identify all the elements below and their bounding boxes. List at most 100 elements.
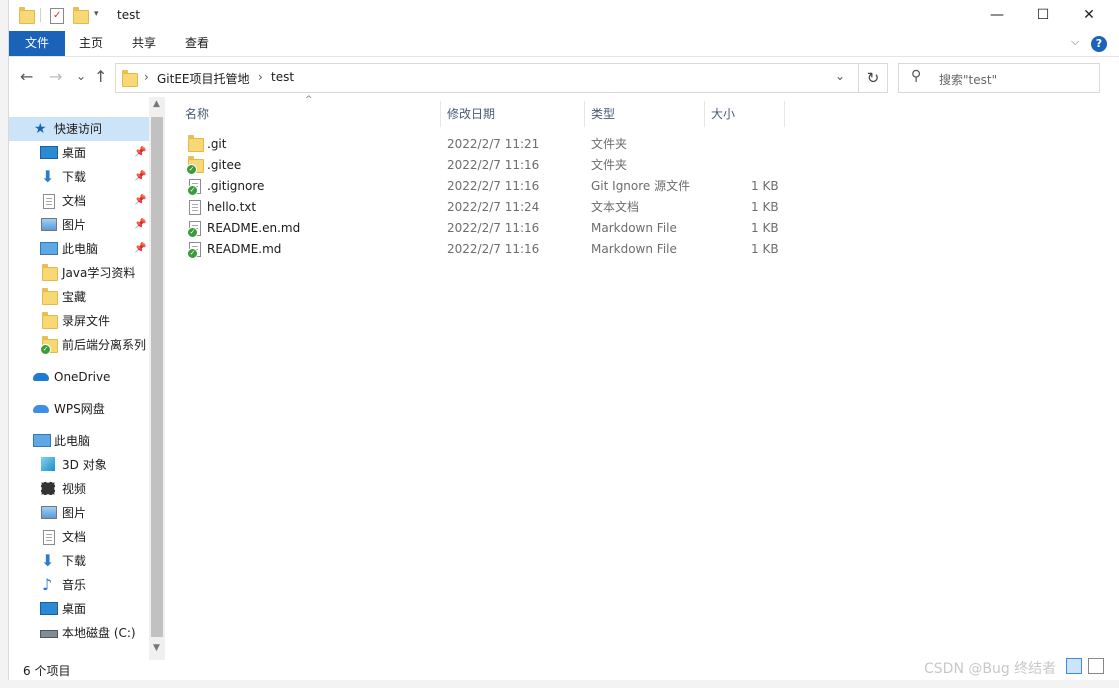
file-size: 1 KB [751, 179, 779, 193]
sidebar-item-pictures[interactable]: 图片 📌 [9, 213, 149, 237]
pin-icon: 📌 [134, 243, 147, 254]
sidebar-item-pictures-pc[interactable]: 图片 [9, 501, 149, 525]
search-box[interactable]: ⚲ 搜索"test" [898, 63, 1100, 93]
close-button[interactable]: ✕ [1066, 0, 1112, 30]
file-size: 1 KB [751, 221, 779, 235]
item-count: 6 个项目 [23, 664, 71, 678]
tab-view[interactable]: 查看 [171, 31, 223, 56]
sidebar-item-downloads-pc[interactable]: ⬇ 下载 [9, 549, 149, 573]
file-type: 文本文档 [591, 200, 640, 214]
customize-toolbar-icon[interactable]: ▾ [94, 9, 99, 25]
minimize-button[interactable]: — [974, 0, 1020, 30]
pin-icon: 📌 [134, 219, 147, 230]
file-name: .gitignore [207, 179, 265, 193]
sidebar-item-this-pc-root[interactable]: 此电脑 [9, 429, 149, 453]
tab-share[interactable]: 共享 [117, 31, 171, 56]
sidebar-item-wps[interactable]: WPS网盘 [9, 397, 149, 421]
sidebar-item-this-pc[interactable]: 此电脑 📌 [9, 237, 149, 261]
breadcrumb-item[interactable]: test [271, 70, 294, 84]
file-row[interactable]: ✓ .gitee 2022/2/7 11:16 文件夹 [179, 155, 819, 176]
window-title: test [117, 8, 141, 22]
file-date: 2022/2/7 11:16 [447, 221, 540, 235]
video-icon [41, 482, 55, 495]
file-row[interactable]: ✓ README.md 2022/2/7 11:16 Markdown File… [179, 239, 819, 260]
scroll-down-icon[interactable]: ▼ [153, 643, 160, 653]
pin-icon: 📌 [134, 171, 147, 182]
document-icon [43, 530, 55, 545]
download-icon: ⬇ [41, 167, 55, 186]
sidebar-scroll-thumb[interactable] [151, 117, 163, 637]
sidebar-item-desktop-pc[interactable]: 桌面 [9, 597, 149, 621]
file-size: 1 KB [751, 242, 779, 256]
recent-locations-button[interactable]: ⌄ [76, 69, 86, 83]
pin-icon: 📌 [134, 147, 147, 158]
sidebar-item-recordings[interactable]: 录屏文件 [9, 309, 149, 333]
sidebar-item-documents[interactable]: 文档 📌 [9, 189, 149, 213]
column-header-date[interactable]: 修改日期 [447, 101, 583, 127]
ribbon-tabs: 文件 主页 共享 查看 ⌵ ? [9, 31, 1119, 57]
file-name: README.en.md [207, 221, 301, 235]
tab-file[interactable]: 文件 [9, 31, 65, 56]
details-view-icon[interactable] [1066, 658, 1082, 674]
cloud-icon [33, 373, 49, 381]
sidebar-item-frontend-backend[interactable]: ✓ 前后端分离系列 [9, 333, 149, 357]
file-row[interactable]: hello.txt 2022/2/7 11:24 文本文档 1 KB [179, 197, 819, 218]
column-header-size[interactable]: 大小 [711, 101, 783, 127]
refresh-button[interactable]: ↻ [858, 63, 888, 93]
sidebar-item-quick-access[interactable]: ★ 快速访问 [9, 117, 149, 141]
tab-home[interactable]: 主页 [65, 31, 117, 56]
navigation-bar: ← → ⌄ ↑ › GitEE项目托管地 › test ⌄ ↻ ⚲ 搜索"tes… [9, 57, 1119, 97]
column-divider[interactable] [440, 101, 441, 127]
file-type: Markdown File [591, 221, 677, 235]
file-row[interactable]: ✓ .gitignore 2022/2/7 11:16 Git Ignore 源… [179, 176, 819, 197]
sidebar-item-onedrive[interactable]: OneDrive [9, 365, 149, 389]
desktop-icon [40, 602, 58, 615]
cube-icon [41, 457, 55, 471]
drive-icon [40, 630, 58, 638]
column-header-type[interactable]: 类型 [591, 101, 703, 127]
sidebar-item-downloads[interactable]: ⬇ 下载 📌 [9, 165, 149, 189]
maximize-button[interactable]: ☐ [1020, 0, 1066, 30]
breadcrumb-separator: › [258, 70, 263, 84]
address-bar[interactable]: › GitEE项目托管地 › test ⌄ [115, 63, 859, 93]
file-type: 文件夹 [591, 137, 628, 151]
address-dropdown-icon[interactable]: ⌄ [835, 69, 845, 83]
navigation-pane: ★ 快速访问 桌面 📌 ⬇ 下载 📌 文档 📌 图片 📌 此电脑 📌 Java学… [9, 97, 165, 660]
sidebar-item-java[interactable]: Java学习资料 [9, 261, 149, 285]
file-date: 2022/2/7 11:16 [447, 179, 540, 193]
up-button[interactable]: ↑ [94, 67, 107, 86]
forward-button[interactable]: → [49, 67, 62, 86]
column-header-name[interactable]: 名称 [185, 101, 439, 127]
file-date: 2022/2/7 11:24 [447, 200, 540, 214]
picture-icon [41, 218, 57, 231]
computer-icon [40, 242, 58, 255]
explorer-window: ✓ ▾ test — ☐ ✕ 文件 主页 共享 查看 ⌵ ? ← → ⌄ ↑ ›… [8, 0, 1119, 680]
file-date: 2022/2/7 11:16 [447, 242, 540, 256]
star-icon: ★ [34, 121, 47, 137]
large-icons-view-icon[interactable] [1088, 658, 1104, 674]
file-row[interactable]: ✓ README.en.md 2022/2/7 11:16 Markdown F… [179, 218, 819, 239]
sidebar-item-music[interactable]: ♪ 音乐 [9, 573, 149, 597]
file-name: README.md [207, 242, 282, 256]
sidebar-item-treasure[interactable]: 宝藏 [9, 285, 149, 309]
folder-icon [122, 70, 138, 87]
file-row[interactable]: .git 2022/2/7 11:21 文件夹 [179, 134, 819, 155]
sidebar-item-desktop[interactable]: 桌面 📌 [9, 141, 149, 165]
sidebar-item-documents-pc[interactable]: 文档 [9, 525, 149, 549]
computer-icon [33, 434, 51, 447]
search-input[interactable]: 搜索"test" [939, 71, 997, 88]
ribbon-collapse-icon[interactable]: ⌵ [1071, 35, 1079, 49]
breadcrumb-item[interactable]: GitEE项目托管地 [157, 70, 250, 87]
title-bar: ✓ ▾ test — ☐ ✕ [9, 0, 1119, 31]
column-divider[interactable] [784, 101, 785, 127]
column-divider[interactable] [704, 101, 705, 127]
sidebar-item-3d[interactable]: 3D 对象 [9, 453, 149, 477]
file-name: .git [207, 137, 227, 151]
scroll-up-icon[interactable]: ▲ [153, 99, 160, 109]
column-divider[interactable] [584, 101, 585, 127]
sidebar-item-videos[interactable]: 视频 [9, 477, 149, 501]
help-icon[interactable]: ? [1091, 36, 1107, 52]
document-icon [43, 194, 55, 209]
sidebar-item-drive-c[interactable]: 本地磁盘 (C:) [9, 621, 149, 645]
back-button[interactable]: ← [20, 67, 33, 86]
